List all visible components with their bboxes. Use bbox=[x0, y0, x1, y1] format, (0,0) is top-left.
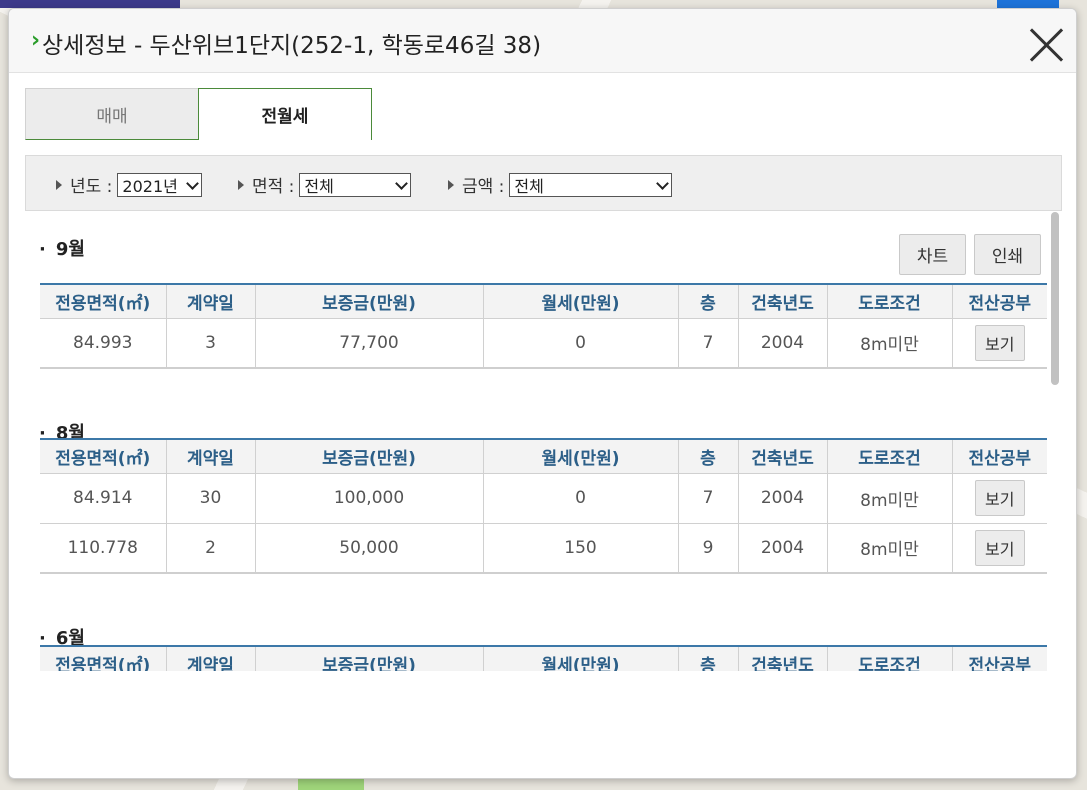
cell-floor: 7 bbox=[678, 473, 739, 524]
price-select[interactable]: 전체 bbox=[509, 172, 673, 197]
triangle-right-icon bbox=[56, 179, 62, 190]
cell-contract-day: 30 bbox=[166, 473, 256, 524]
col-contract-day: 계약일 bbox=[166, 284, 256, 319]
cell-area: 84.914 bbox=[40, 473, 167, 524]
col-monthly-rent: 월세(만원) bbox=[483, 284, 679, 319]
cell-road: 8m미만 bbox=[827, 473, 953, 524]
cell-registry: 보기 bbox=[952, 473, 1047, 524]
col-deposit: 보증금(만원) bbox=[255, 284, 484, 319]
cell-contract-day: 2 bbox=[166, 523, 256, 574]
cell-registry: 보기 bbox=[952, 318, 1047, 369]
chevron-down-icon bbox=[395, 176, 409, 190]
price-select-value: 전체 bbox=[514, 176, 544, 196]
col-registry: 전산공부 bbox=[952, 439, 1047, 474]
print-button[interactable]: 인쇄 bbox=[974, 234, 1041, 275]
view-button[interactable]: 보기 bbox=[974, 480, 1025, 516]
dialog-title: 상세정보 - 두산위브1단지(252-1, 학동로46길 38) bbox=[42, 33, 542, 59]
view-button[interactable]: 보기 bbox=[974, 529, 1025, 566]
triangle-right-icon bbox=[238, 179, 244, 190]
cell-floor: 9 bbox=[678, 523, 739, 574]
col-monthly-rent: 월세(만원) bbox=[483, 646, 679, 671]
cell-monthly-rent: 0 bbox=[483, 318, 679, 369]
col-area: 전용면적(㎡) bbox=[40, 646, 167, 671]
detail-dialog: › 상세정보 - 두산위브1단지(252-1, 학동로46길 38) 매매 전월… bbox=[8, 8, 1077, 779]
cell-registry: 보기 bbox=[952, 523, 1047, 574]
table-header-row: 전용면적(㎡) 계약일 보증금(만원) 월세(만원) 층 건축년도 도로조건 전… bbox=[40, 439, 1047, 474]
cell-floor: 7 bbox=[678, 318, 739, 369]
cell-area: 110.778 bbox=[40, 523, 167, 574]
tab-rent[interactable]: 전월세 bbox=[198, 88, 372, 140]
chevron-down-icon bbox=[656, 176, 670, 190]
year-select-value: 2021년 bbox=[122, 176, 178, 196]
col-deposit: 보증금(만원) bbox=[255, 439, 484, 474]
col-floor: 층 bbox=[678, 646, 739, 671]
cell-road: 8m미만 bbox=[827, 523, 953, 574]
map-blue-bar bbox=[997, 0, 1059, 8]
col-build-year: 건축년도 bbox=[738, 439, 828, 474]
col-build-year: 건축년도 bbox=[738, 284, 828, 319]
col-floor: 층 bbox=[678, 439, 739, 474]
dialog-header: › 상세정보 - 두산위브1단지(252-1, 학동로46길 38) bbox=[9, 9, 1076, 73]
col-deposit: 보증금(만원) bbox=[255, 646, 484, 671]
cell-build-year: 2004 bbox=[738, 473, 828, 524]
deal-table-jun: 전용면적(㎡) 계약일 보증금(만원) 월세(만원) 층 건축년도 도로조건 전… bbox=[40, 645, 1047, 671]
cell-monthly-rent: 0 bbox=[483, 473, 679, 524]
deal-table-sep: 전용면적(㎡) 계약일 보증금(만원) 월세(만원) 층 건축년도 도로조건 전… bbox=[40, 283, 1047, 369]
year-filter: 년도 : 2021년 bbox=[56, 172, 203, 197]
cell-monthly-rent: 150 bbox=[483, 523, 679, 574]
table-header-row: 전용면적(㎡) 계약일 보증금(만원) 월세(만원) 층 건축년도 도로조건 전… bbox=[40, 646, 1047, 671]
chevron-down-icon bbox=[186, 176, 200, 190]
year-filter-label: 년도 : bbox=[70, 177, 113, 197]
filter-bar: 년도 : 2021년 면적 : 전체 금액 : 전체 bbox=[25, 155, 1062, 211]
col-road: 도로조건 bbox=[827, 439, 953, 474]
table-row: 84.914 30 100,000 0 7 2004 8m미만 보기 bbox=[40, 473, 1047, 524]
table-row: 110.778 2 50,000 150 9 2004 8m미만 보기 bbox=[40, 523, 1047, 574]
col-monthly-rent: 월세(만원) bbox=[483, 439, 679, 474]
scrollbar-thumb[interactable] bbox=[1051, 212, 1059, 385]
col-registry: 전산공부 bbox=[952, 646, 1047, 671]
deal-table-aug: 전용면적(㎡) 계약일 보증금(만원) 월세(만원) 층 건축년도 도로조건 전… bbox=[40, 438, 1047, 574]
col-area: 전용면적(㎡) bbox=[40, 439, 167, 474]
price-filter: 금액 : 전체 bbox=[448, 172, 673, 197]
cell-build-year: 2004 bbox=[738, 318, 828, 369]
area-filter: 면적 : 전체 bbox=[238, 172, 412, 197]
cell-deposit: 100,000 bbox=[255, 473, 484, 524]
tab-sale[interactable]: 매매 bbox=[25, 88, 199, 140]
cell-area: 84.993 bbox=[40, 318, 167, 369]
close-button[interactable] bbox=[1027, 25, 1067, 65]
col-build-year: 건축년도 bbox=[738, 646, 828, 671]
cell-road: 8m미만 bbox=[827, 318, 953, 369]
table-row: 84.993 3 77,700 0 7 2004 8m미만 보기 bbox=[40, 318, 1047, 369]
map-park bbox=[298, 778, 364, 790]
view-button[interactable]: 보기 bbox=[974, 324, 1025, 361]
month-heading: · 9월 bbox=[39, 239, 85, 260]
area-select-value: 전체 bbox=[304, 176, 334, 196]
cell-deposit: 77,700 bbox=[255, 318, 484, 369]
col-contract-day: 계약일 bbox=[166, 439, 256, 474]
col-contract-day: 계약일 bbox=[166, 646, 256, 671]
col-registry: 전산공부 bbox=[952, 284, 1047, 319]
year-select[interactable]: 2021년 bbox=[117, 172, 203, 197]
chart-button[interactable]: 차트 bbox=[899, 234, 966, 275]
col-floor: 층 bbox=[678, 284, 739, 319]
chevron-right-icon: › bbox=[31, 28, 41, 53]
cell-build-year: 2004 bbox=[738, 523, 828, 574]
price-filter-label: 금액 : bbox=[462, 177, 505, 197]
col-area: 전용면적(㎡) bbox=[40, 284, 167, 319]
col-road: 도로조건 bbox=[827, 284, 953, 319]
tab-bar: 매매 전월세 bbox=[25, 88, 372, 140]
deal-list[interactable]: · 9월 차트 인쇄 전용면적(㎡) 계약일 보증금(만원) 월세(만원) 층 건… bbox=[25, 211, 1062, 671]
area-filter-label: 면적 : bbox=[252, 177, 295, 197]
col-road: 도로조건 bbox=[827, 646, 953, 671]
cell-deposit: 50,000 bbox=[255, 523, 484, 574]
cell-contract-day: 3 bbox=[166, 318, 256, 369]
area-select[interactable]: 전체 bbox=[299, 172, 412, 197]
table-header-row: 전용면적(㎡) 계약일 보증금(만원) 월세(만원) 층 건축년도 도로조건 전… bbox=[40, 284, 1047, 319]
triangle-right-icon bbox=[448, 179, 454, 190]
map-strip bbox=[0, 0, 180, 8]
